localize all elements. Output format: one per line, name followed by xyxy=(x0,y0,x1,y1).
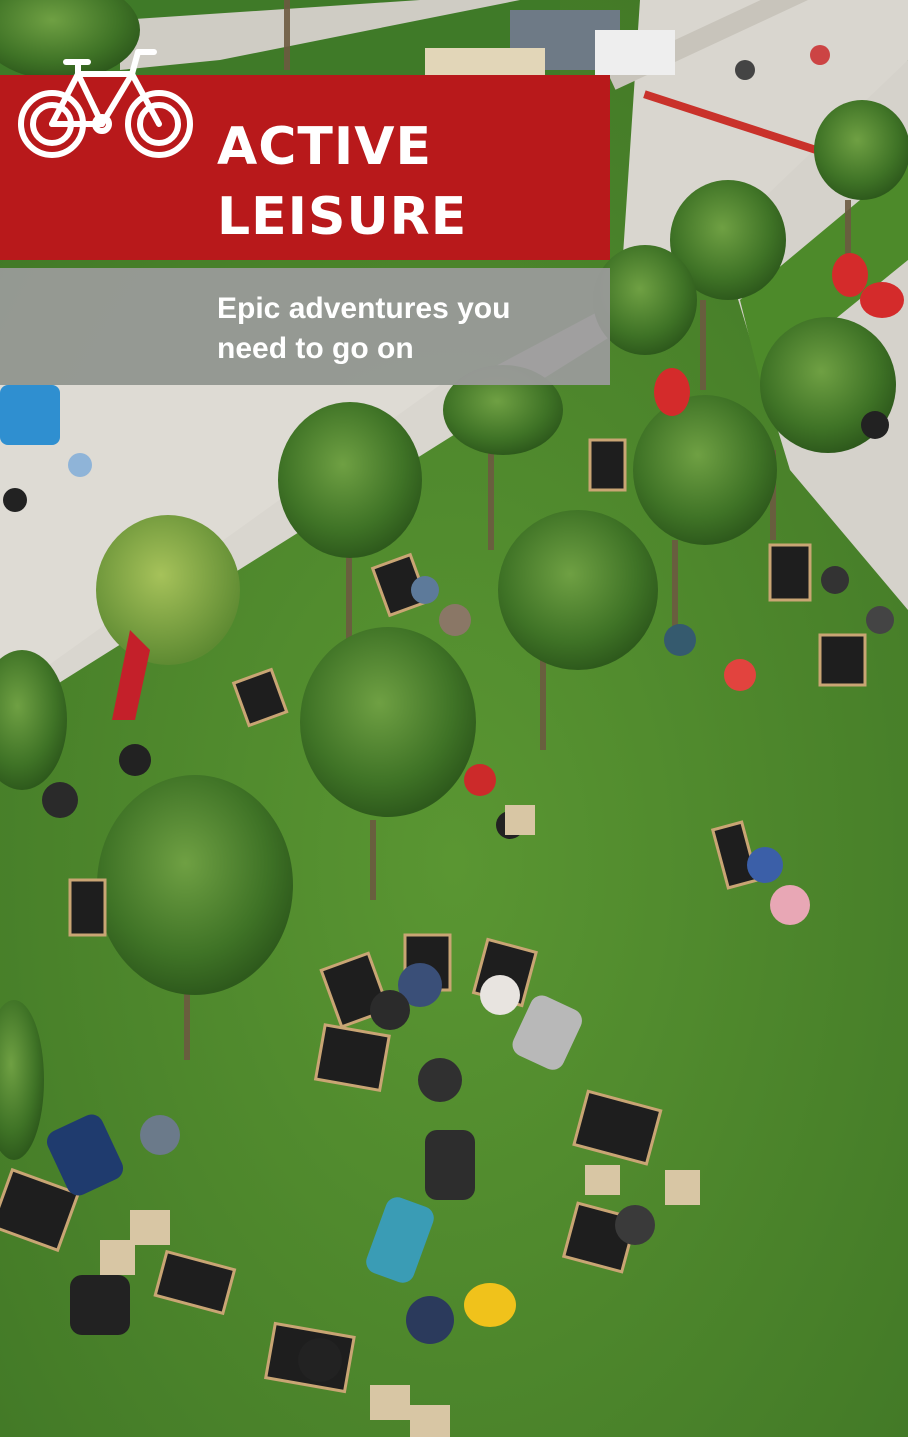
page-title: ACTIVE LEISURE xyxy=(217,117,468,247)
bicycle-icon xyxy=(18,49,193,158)
page-subtitle: Epic adventures you need to go on xyxy=(217,292,511,365)
